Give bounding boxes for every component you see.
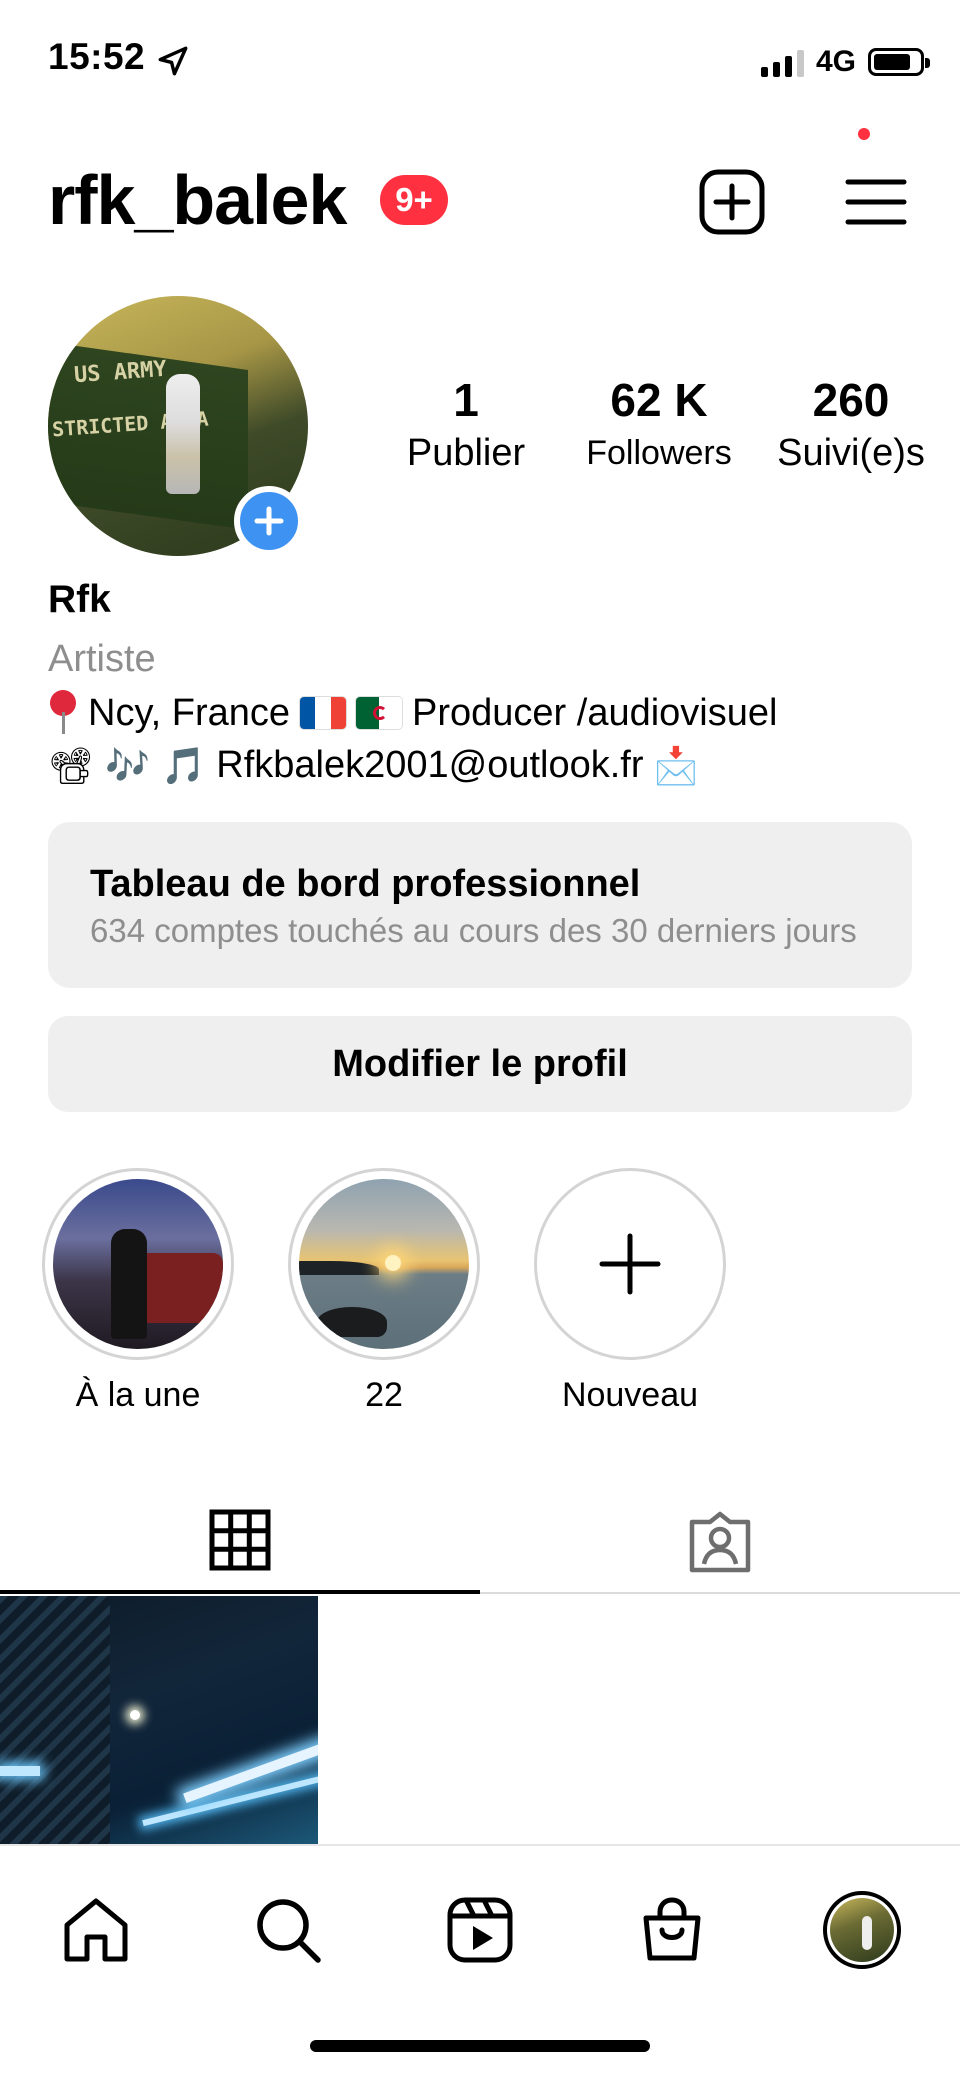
highlight-label: Nouveau — [561, 1376, 699, 1414]
stat-following-label: Suivi(e)s — [777, 432, 925, 474]
stat-following[interactable]: 260 Suivi(e)s — [766, 372, 936, 482]
highlight-item[interactable]: À la une — [38, 1168, 238, 1415]
status-right: 4G — [760, 44, 930, 80]
stat-following-value: 260 — [812, 374, 890, 426]
bio-emoji: 📽 🎶 🎵 — [48, 745, 207, 787]
profile-name: Rfk — [48, 578, 111, 621]
dashboard-subtitle: 634 comptes touchés au cours des 30 dern… — [90, 912, 857, 949]
home-icon — [64, 1898, 128, 1962]
highlight-item[interactable]: 22 — [284, 1168, 484, 1415]
highlight-cover — [53, 1179, 223, 1349]
highlight-ring — [288, 1168, 480, 1360]
edit-profile-button[interactable]: Modifier le profil — [48, 1016, 912, 1112]
bio-line-1: Ncy, France Producer /audiovisuel — [48, 690, 777, 736]
signal-icon — [760, 47, 804, 77]
nav-profile[interactable] — [822, 1890, 902, 1970]
plus-icon — [254, 506, 284, 536]
username[interactable]: rfk_balek — [48, 160, 347, 240]
highlight-cover — [299, 1179, 469, 1349]
profile-avatar[interactable]: US ARMY STRICTED AREA — [48, 296, 308, 556]
new-highlight-button[interactable]: Nouveau — [530, 1168, 730, 1415]
pin-icon — [48, 690, 78, 736]
shop-icon — [643, 1897, 701, 1961]
professional-dashboard[interactable]: Tableau de bord professionnel 634 compte… — [48, 822, 912, 988]
dashboard-title: Tableau de bord professionnel — [90, 863, 641, 905]
notification-badge[interactable]: 9+ — [380, 175, 448, 225]
highlight-label: 22 — [365, 1376, 403, 1414]
highlight-ring — [42, 1168, 234, 1360]
stat-followers-value: 62 K — [610, 374, 708, 426]
nav-search[interactable] — [248, 1890, 328, 1970]
profile-category: Artiste — [48, 638, 156, 680]
add-story-button[interactable] — [234, 486, 304, 556]
stat-followers[interactable]: 62 K Followers — [572, 372, 746, 482]
post-thumbnail[interactable] — [0, 1596, 318, 1844]
bio-line-2: 📽 🎶 🎵 Rfkbalek2001@outlook.fr 📩 — [48, 744, 698, 787]
status-time: 15:52 — [48, 36, 146, 77]
profile-avatar-small — [823, 1891, 901, 1969]
algeria-flag-icon — [356, 697, 403, 729]
new-post-icon[interactable] — [696, 166, 768, 238]
grid-icon — [209, 1509, 271, 1571]
bio-location: Ncy, France — [88, 691, 291, 734]
tagged-person-icon — [689, 1511, 751, 1573]
menu-icon[interactable] — [840, 166, 912, 238]
location-arrow-icon — [158, 46, 188, 76]
status-bar: 15:52 4G — [0, 0, 960, 120]
stat-posts-value: 1 — [453, 374, 479, 426]
profile-tabs — [0, 1490, 960, 1594]
reels-icon — [447, 1897, 513, 1963]
nav-shop[interactable] — [632, 1890, 712, 1970]
nav-reels[interactable] — [440, 1890, 520, 1970]
bio-email[interactable]: Rfkbalek2001@outlook.fr — [216, 744, 643, 787]
bio-role: Producer /audiovisuel — [412, 691, 778, 734]
new-highlight-ring — [534, 1168, 726, 1360]
battery-icon — [868, 48, 930, 76]
france-flag-icon — [300, 697, 346, 729]
home-indicator — [310, 2040, 650, 2052]
search-icon — [257, 1899, 321, 1963]
profile-header: rfk_balek 9+ — [0, 150, 960, 250]
envelope-icon: 📩 — [653, 745, 699, 787]
plus-icon — [599, 1233, 661, 1295]
stat-posts-label: Publier — [406, 432, 526, 474]
stat-posts[interactable]: 1 Publier — [398, 372, 534, 482]
network-type: 4G — [815, 45, 856, 78]
notification-dot — [858, 128, 870, 140]
highlight-label: À la une — [75, 1376, 201, 1414]
tab-tagged[interactable] — [480, 1490, 960, 1594]
stat-followers-label: Followers — [586, 434, 732, 472]
nav-home[interactable] — [56, 1890, 136, 1970]
tab-posts-grid[interactable] — [0, 1490, 480, 1594]
